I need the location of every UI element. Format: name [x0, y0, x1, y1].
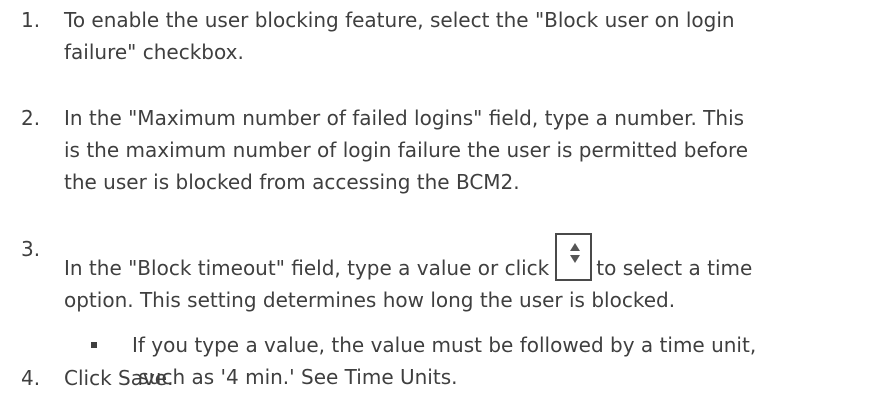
step-number: 2. [21, 106, 41, 130]
step-text-line: In the "Maximum number of failed logins"… [64, 106, 745, 130]
step-text-line: is the maximum number of login failure t… [64, 138, 749, 162]
step-text-line: the user is blocked from accessing the B… [64, 170, 520, 194]
step-text-line: failure" checkbox. [64, 40, 244, 64]
step-text: In the "Block timeout" field, type a val… [64, 233, 874, 316]
arrow-down-icon [570, 255, 581, 263]
step-text-line: option. This setting determines how long… [64, 288, 676, 312]
sub-item-text-line: If you type a value, the value must be f… [132, 333, 757, 357]
step-number: 3. [21, 237, 41, 261]
step-text-line: Click Save. [64, 366, 174, 390]
step-text: To enable the user blocking feature, sel… [64, 4, 874, 68]
up-down-stepper-icon [555, 233, 593, 281]
step-text-line: To enable the user blocking feature, sel… [64, 8, 735, 32]
step-text-line: In the "Block timeout" field, type a val… [64, 233, 874, 284]
step-text: In the "Maximum number of failed logins"… [64, 102, 874, 198]
step-text: Click Save. [64, 362, 874, 394]
step-number: 1. [21, 8, 41, 32]
step-text-segment: to select a time [596, 256, 753, 280]
bullet-icon [91, 342, 97, 348]
arrow-up-icon [570, 243, 581, 251]
step-text-segment: In the "Block timeout" field, type a val… [64, 256, 550, 280]
step-number: 4. [21, 366, 41, 390]
